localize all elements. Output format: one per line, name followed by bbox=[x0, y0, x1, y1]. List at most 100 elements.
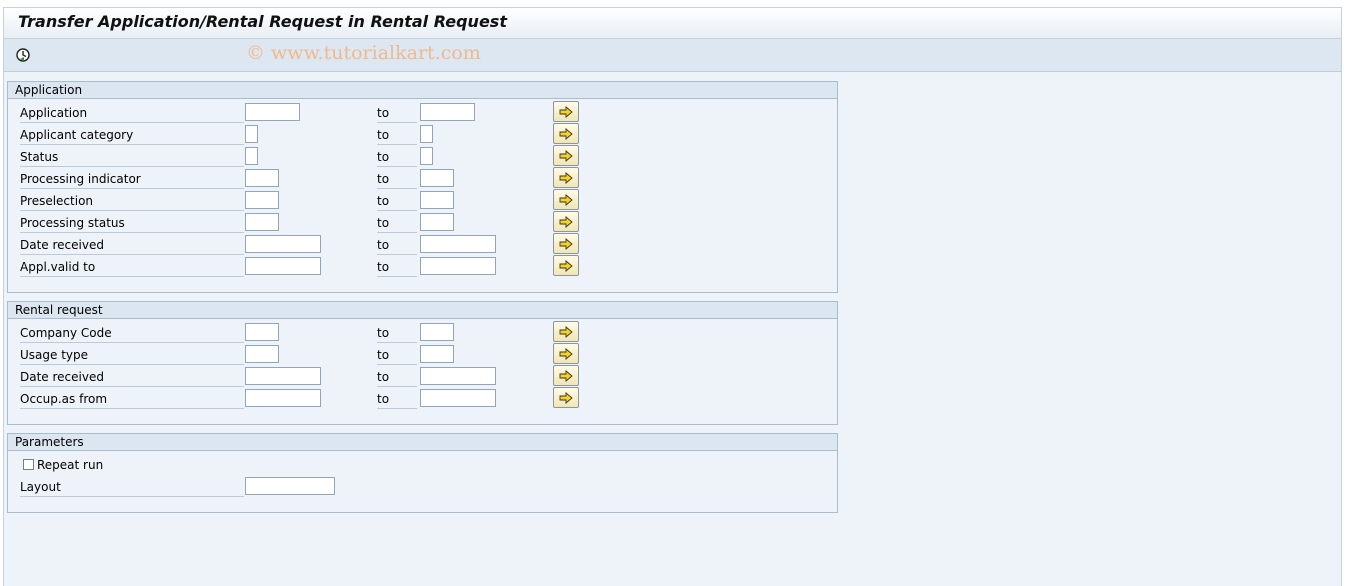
to-label: to bbox=[377, 324, 417, 343]
row-usage-type: Usage type to bbox=[8, 343, 837, 366]
to-label: to bbox=[377, 390, 417, 409]
multiple-selection-button[interactable] bbox=[553, 233, 579, 254]
arrow-right-icon bbox=[559, 347, 573, 360]
processing-status-low-input[interactable] bbox=[245, 213, 279, 231]
arrow-right-icon bbox=[559, 369, 573, 382]
group-header-application: Application bbox=[8, 82, 837, 99]
to-label: to bbox=[377, 214, 417, 233]
multiple-selection-button[interactable] bbox=[553, 343, 579, 364]
multiple-selection-button[interactable] bbox=[553, 211, 579, 232]
screen-frame: Transfer Application/Rental Request in R… bbox=[3, 7, 1342, 586]
label-date-received: Date received bbox=[20, 236, 244, 255]
multiple-selection-button[interactable] bbox=[553, 365, 579, 386]
applicant-category-high-input[interactable] bbox=[420, 125, 433, 143]
to-label: to bbox=[377, 236, 417, 255]
row-layout: Layout bbox=[8, 476, 837, 498]
row-processing-indicator: Processing indicator to bbox=[8, 167, 837, 190]
status-low-input[interactable] bbox=[245, 147, 258, 165]
usage-type-low-input[interactable] bbox=[245, 345, 279, 363]
to-label: to bbox=[377, 148, 417, 167]
title-bar: Transfer Application/Rental Request in R… bbox=[4, 8, 1341, 39]
multiple-selection-button[interactable] bbox=[553, 145, 579, 166]
label-processing-indicator: Processing indicator bbox=[20, 170, 244, 189]
arrow-right-icon bbox=[559, 127, 573, 140]
multiple-selection-button[interactable] bbox=[553, 101, 579, 122]
rental-date-received-low-input[interactable] bbox=[245, 367, 321, 385]
group-rental-request: Rental request Company Code to Usage typ… bbox=[7, 301, 838, 425]
label-application: Application bbox=[20, 104, 244, 123]
occup-as-from-low-input[interactable] bbox=[245, 389, 321, 407]
arrow-right-icon bbox=[559, 325, 573, 338]
label-status: Status bbox=[20, 148, 244, 167]
status-high-input[interactable] bbox=[420, 147, 433, 165]
processing-indicator-low-input[interactable] bbox=[245, 169, 279, 187]
label-preselection: Preselection bbox=[20, 192, 244, 211]
appl-valid-to-high-input[interactable] bbox=[420, 257, 496, 275]
arrow-right-icon bbox=[559, 237, 573, 250]
to-label: to bbox=[377, 126, 417, 145]
multiple-selection-button[interactable] bbox=[553, 123, 579, 144]
label-applicant-category: Applicant category bbox=[20, 126, 244, 145]
multiple-selection-button[interactable] bbox=[553, 255, 579, 276]
label-company-code: Company Code bbox=[20, 324, 244, 343]
group-header-rental-request: Rental request bbox=[8, 302, 837, 319]
to-label: to bbox=[377, 368, 417, 387]
applicant-category-low-input[interactable] bbox=[245, 125, 258, 143]
date-received-low-input[interactable] bbox=[245, 235, 321, 253]
company-code-high-input[interactable] bbox=[420, 323, 454, 341]
multiple-selection-button[interactable] bbox=[553, 167, 579, 188]
to-label: to bbox=[377, 346, 417, 365]
row-rental-date-received: Date received to bbox=[8, 365, 837, 388]
execute-button[interactable] bbox=[13, 45, 33, 65]
group-application: Application Application to Applicant cat… bbox=[7, 81, 838, 293]
row-date-received: Date received to bbox=[8, 233, 837, 256]
row-processing-status: Processing status to bbox=[8, 211, 837, 234]
rental-date-received-high-input[interactable] bbox=[420, 367, 496, 385]
preselection-low-input[interactable] bbox=[245, 191, 279, 209]
label-appl-valid-to: Appl.valid to bbox=[20, 258, 244, 277]
row-preselection: Preselection to bbox=[8, 189, 837, 212]
arrow-right-icon bbox=[559, 391, 573, 404]
arrow-right-icon bbox=[559, 149, 573, 162]
page-title: Transfer Application/Rental Request in R… bbox=[18, 12, 507, 31]
to-label: to bbox=[377, 104, 417, 123]
row-occup-as-from: Occup.as from to bbox=[8, 387, 837, 410]
application-low-input[interactable] bbox=[245, 103, 300, 121]
multiple-selection-button[interactable] bbox=[553, 189, 579, 210]
processing-indicator-high-input[interactable] bbox=[420, 169, 454, 187]
preselection-high-input[interactable] bbox=[420, 191, 454, 209]
row-applicant-category: Applicant category to bbox=[8, 123, 837, 146]
execute-clock-icon bbox=[16, 48, 30, 62]
company-code-low-input[interactable] bbox=[245, 323, 279, 341]
group-parameters: Parameters Repeat run Layout bbox=[7, 433, 838, 513]
arrow-right-icon bbox=[559, 105, 573, 118]
label-processing-status: Processing status bbox=[20, 214, 244, 233]
label-occup-as-from: Occup.as from bbox=[20, 390, 244, 409]
processing-status-high-input[interactable] bbox=[420, 213, 454, 231]
label-usage-type: Usage type bbox=[20, 346, 244, 365]
to-label: to bbox=[377, 192, 417, 211]
arrow-right-icon bbox=[559, 215, 573, 228]
row-repeat-run: Repeat run bbox=[8, 454, 837, 476]
date-received-high-input[interactable] bbox=[420, 235, 496, 253]
watermark: © www.tutorialkart.com bbox=[246, 42, 481, 64]
arrow-right-icon bbox=[559, 171, 573, 184]
application-toolbar: © www.tutorialkart.com bbox=[4, 39, 1341, 72]
appl-valid-to-low-input[interactable] bbox=[245, 257, 321, 275]
layout-input[interactable] bbox=[245, 477, 335, 495]
arrow-right-icon bbox=[559, 193, 573, 206]
to-label: to bbox=[377, 258, 417, 277]
application-high-input[interactable] bbox=[420, 103, 475, 121]
label-repeat-run: Repeat run bbox=[37, 458, 104, 472]
group-header-parameters: Parameters bbox=[8, 434, 837, 451]
multiple-selection-button[interactable] bbox=[553, 321, 579, 342]
repeat-run-checkbox[interactable] bbox=[23, 459, 34, 470]
usage-type-high-input[interactable] bbox=[420, 345, 454, 363]
row-company-code: Company Code to bbox=[8, 321, 837, 344]
label-layout: Layout bbox=[20, 478, 244, 497]
occup-as-from-high-input[interactable] bbox=[420, 389, 496, 407]
row-appl-valid-to: Appl.valid to to bbox=[8, 255, 837, 278]
multiple-selection-button[interactable] bbox=[553, 387, 579, 408]
to-label: to bbox=[377, 170, 417, 189]
label-rental-date-received: Date received bbox=[20, 368, 244, 387]
